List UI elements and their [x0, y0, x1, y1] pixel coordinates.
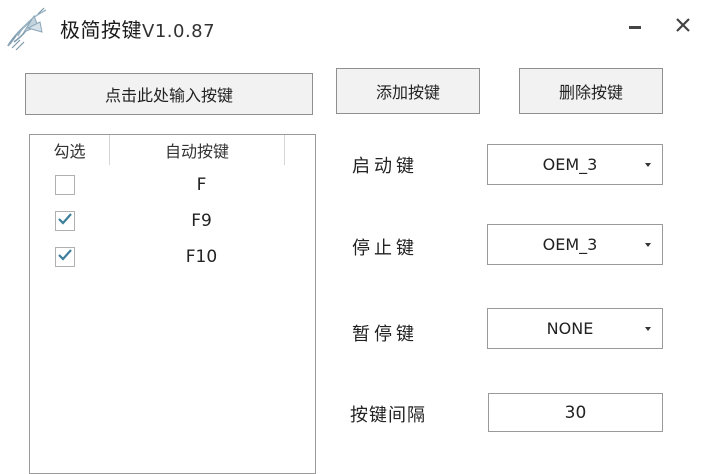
interval-input[interactable]: [488, 393, 663, 432]
caret-down-icon: [634, 161, 662, 169]
start-key-select[interactable]: OEM_3: [487, 144, 663, 185]
check-icon: [57, 211, 73, 231]
row-check-cell: [30, 211, 110, 231]
close-icon: [674, 16, 692, 38]
row-checkbox[interactable]: [55, 247, 75, 267]
start-key-label: 启动键: [352, 156, 418, 177]
caret-down-icon: [634, 241, 662, 249]
key-list[interactable]: 勾选 自动按键 F F9 F10: [29, 134, 316, 474]
pause-key-select[interactable]: NONE: [487, 308, 663, 349]
stop-key-select[interactable]: OEM_3: [487, 224, 663, 265]
app-name: 极简按键: [60, 18, 142, 42]
row-checkbox[interactable]: [55, 175, 75, 195]
check-icon: [57, 247, 73, 267]
app-version: V1.0.87: [142, 21, 216, 42]
header-key-column[interactable]: 自动按键: [110, 135, 285, 165]
pause-key-value: NONE: [546, 319, 594, 338]
input-key-button[interactable]: 点击此处输入按键: [25, 73, 313, 115]
start-key-value: OEM_3: [542, 155, 598, 174]
add-key-button[interactable]: 添加按键: [336, 68, 480, 114]
mosquito-logo-icon: [4, 6, 50, 52]
table-row[interactable]: F: [30, 167, 315, 203]
row-key-cell: F10: [185, 247, 218, 267]
stop-key-value: OEM_3: [542, 235, 598, 254]
table-row[interactable]: F9: [30, 203, 315, 239]
app-window: 极简按键V1.0.87 点击此处输入按键 添加按键 删除按键 勾选 自动按键 F: [0, 0, 706, 474]
row-check-cell: [30, 247, 110, 267]
header-check-column[interactable]: 勾选: [30, 135, 110, 165]
table-row[interactable]: F10: [30, 239, 315, 275]
minimize-button[interactable]: [618, 10, 652, 44]
row-key-cell: F9: [191, 211, 212, 231]
caret-down-icon: [634, 325, 662, 333]
stop-key-label: 停止键: [352, 238, 418, 259]
close-button[interactable]: [666, 10, 700, 44]
delete-key-button[interactable]: 删除按键: [519, 68, 663, 114]
interval-label: 按键间隔: [350, 405, 426, 426]
row-checkbox[interactable]: [55, 211, 75, 231]
row-check-cell: [30, 175, 110, 195]
pause-key-label: 暂停键: [352, 324, 418, 345]
minimize-icon: [627, 17, 643, 37]
key-list-header: 勾选 自动按键: [30, 135, 315, 165]
window-title: 极简按键V1.0.87: [60, 14, 215, 43]
row-key-cell: F: [196, 175, 207, 195]
